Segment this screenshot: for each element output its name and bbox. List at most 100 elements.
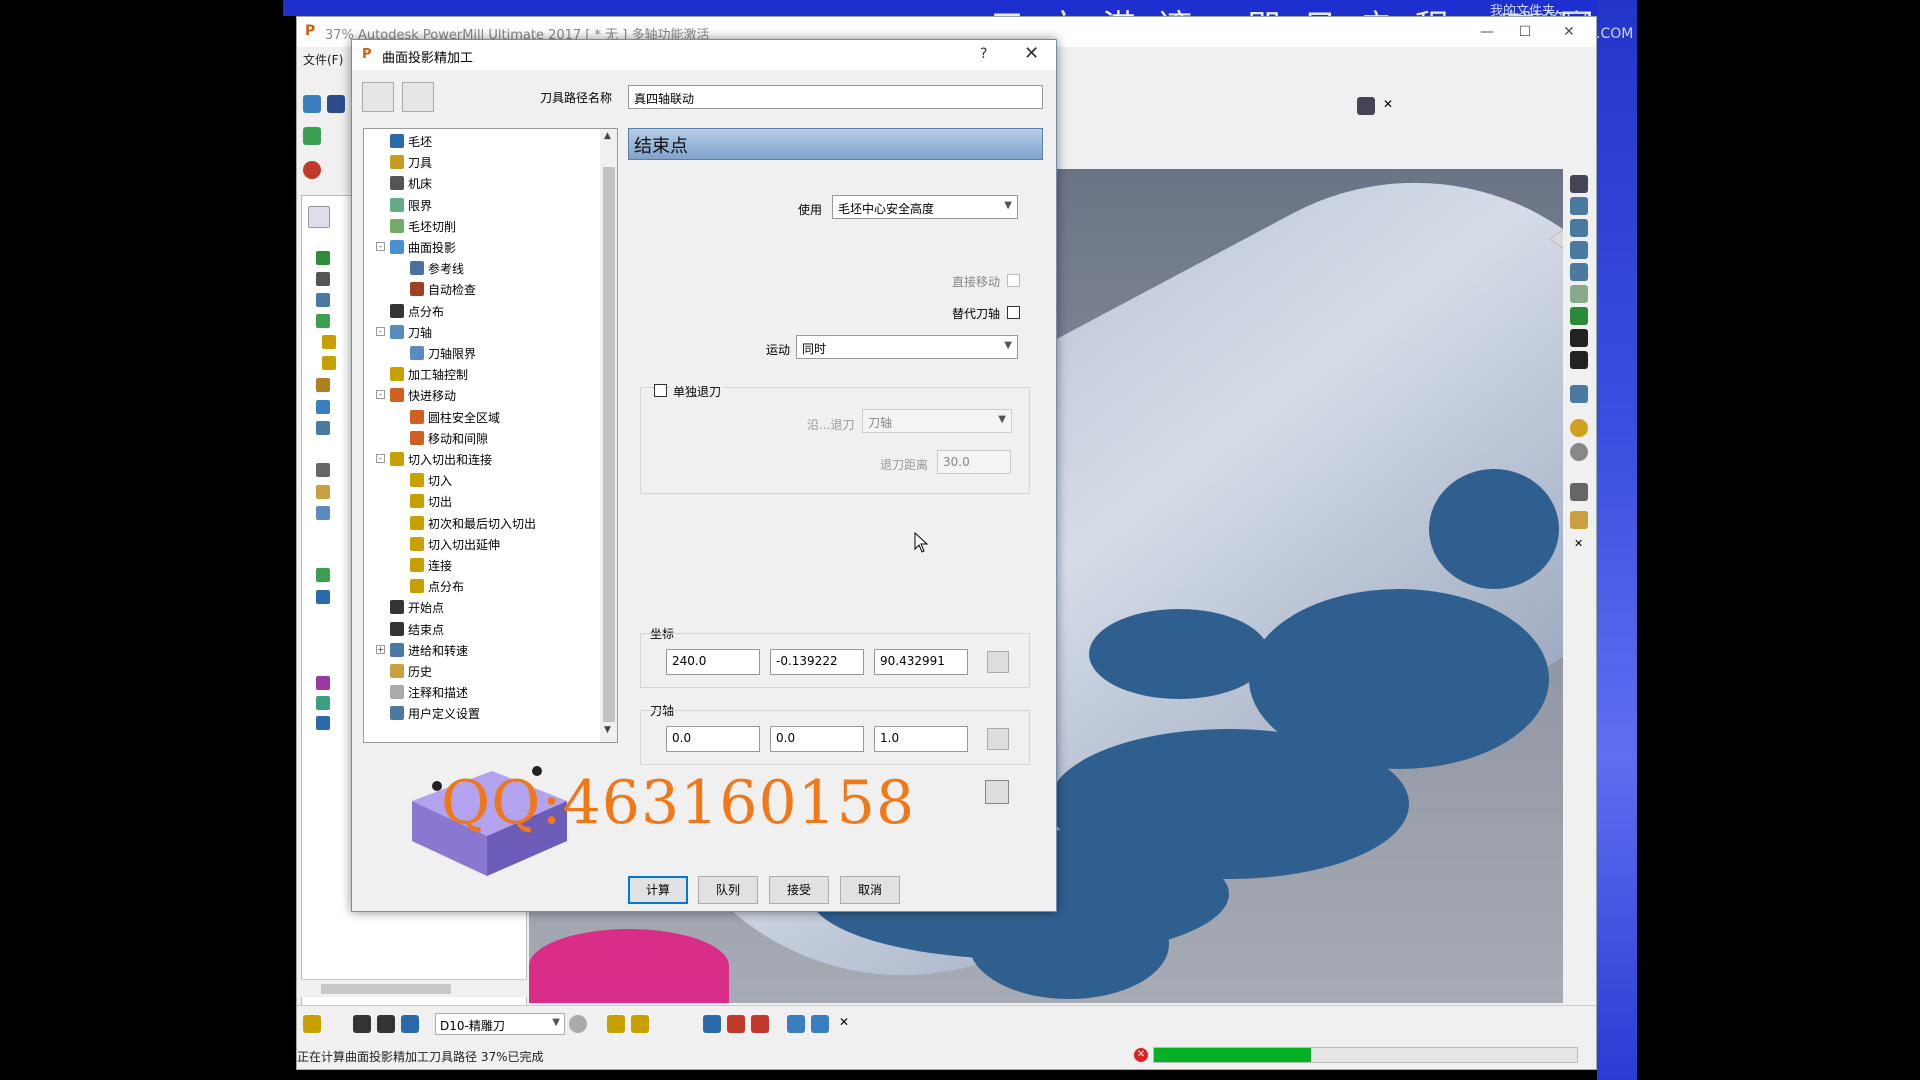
- wrench-icon[interactable]: [811, 1015, 829, 1033]
- view-front-icon[interactable]: [1570, 197, 1588, 215]
- separate-retract-checkbox[interactable]: [654, 384, 667, 397]
- coord-y-input[interactable]: -0.139222: [770, 649, 864, 675]
- expand-icon[interactable]: +: [376, 644, 385, 654]
- explorer-scroll-thumb[interactable]: [321, 984, 451, 994]
- explorer-item-icon[interactable]: [316, 421, 330, 435]
- material-icon[interactable]: [1570, 419, 1588, 437]
- explorer-item-icon[interactable]: [322, 335, 336, 349]
- tree-item[interactable]: 切入切出延伸: [410, 536, 500, 554]
- explorer-item-icon[interactable]: [316, 716, 330, 730]
- tree-scroll-thumb[interactable]: [603, 167, 615, 722]
- menu-file[interactable]: 文件(F): [303, 51, 343, 68]
- tool-type-icon[interactable]: [377, 1015, 395, 1033]
- collapse-icon[interactable]: -: [376, 326, 385, 336]
- tree-item[interactable]: 自动检查: [410, 281, 476, 299]
- model-icon[interactable]: [1570, 385, 1588, 403]
- tree-item[interactable]: 历史: [390, 663, 432, 681]
- collapse-icon[interactable]: -: [376, 390, 385, 400]
- explorer-item-icon[interactable]: [316, 568, 330, 582]
- globe-icon[interactable]: [1570, 443, 1588, 461]
- tree-item[interactable]: 点分布: [390, 303, 444, 321]
- tree-item[interactable]: 限界: [390, 197, 432, 215]
- shading-icon[interactable]: [1570, 329, 1588, 347]
- tree-item[interactable]: - 刀轴: [376, 324, 432, 342]
- tree-item[interactable]: - 切入切出和连接: [376, 451, 492, 469]
- tree-item[interactable]: + 进给和转速: [376, 642, 468, 660]
- tree-item[interactable]: 结束点: [390, 621, 444, 639]
- undo-icon[interactable]: [1570, 511, 1588, 529]
- pen-icon[interactable]: [787, 1015, 805, 1033]
- use-select[interactable]: 毛坯中心安全高度 ▼: [832, 195, 1018, 219]
- leadin-icon[interactable]: [727, 1015, 745, 1033]
- explorer-scrollbar[interactable]: [301, 979, 527, 997]
- along-retract-select[interactable]: 刀轴 ▼: [862, 409, 1012, 433]
- calculate-button[interactable]: 计算: [628, 876, 688, 904]
- dialog-close-button[interactable]: ✕: [1024, 43, 1039, 64]
- coord-x-input[interactable]: 240.0: [666, 649, 760, 675]
- explorer-item-icon[interactable]: [316, 506, 330, 520]
- tree-item[interactable]: 参考线: [410, 260, 464, 278]
- tree-item[interactable]: 加工轴控制: [390, 366, 468, 384]
- coord-z-input[interactable]: 90.432991: [874, 649, 968, 675]
- explorer-item-icon[interactable]: [316, 314, 330, 328]
- collapse-icon[interactable]: -: [376, 454, 385, 463]
- help-button[interactable]: ?: [980, 46, 987, 62]
- scroll-up-icon[interactable]: ▲: [604, 131, 611, 141]
- minimize-button[interactable]: —: [1469, 21, 1505, 43]
- tree-item[interactable]: 移动和间隙: [410, 430, 488, 448]
- collapse-icon[interactable]: -: [376, 242, 385, 251]
- accept-button[interactable]: 接受: [769, 876, 829, 904]
- view-cube-icon[interactable]: [1570, 263, 1588, 281]
- tree-item[interactable]: 初次和最后切入切出: [410, 515, 536, 533]
- select-icon[interactable]: [1570, 483, 1588, 501]
- axis-icon[interactable]: [703, 1015, 721, 1033]
- tree-item[interactable]: 用户定义设置: [390, 705, 480, 723]
- open-icon[interactable]: [303, 95, 321, 113]
- toolpath-icon[interactable]: [303, 127, 321, 145]
- pencil-icon[interactable]: [631, 1015, 649, 1033]
- explorer-item-icon[interactable]: [316, 485, 330, 499]
- direct-move-checkbox[interactable]: [1007, 274, 1020, 287]
- explorer-tree-icon[interactable]: [308, 206, 330, 228]
- toolpath-name-input[interactable]: 真四轴联动: [628, 85, 1043, 109]
- explorer-item-icon[interactable]: [316, 696, 330, 710]
- record-icon[interactable]: [303, 161, 321, 179]
- tree-item[interactable]: - 快进移动: [376, 387, 456, 405]
- explorer-item-icon[interactable]: [316, 272, 330, 286]
- view-iso-icon[interactable]: [1570, 241, 1588, 259]
- tree-item[interactable]: 注释和描述: [390, 684, 468, 702]
- axis-k-input[interactable]: 1.0: [874, 726, 968, 752]
- queue-button[interactable]: 队列: [698, 876, 758, 904]
- tool-type-icon[interactable]: [401, 1015, 419, 1033]
- view-side-icon[interactable]: [1570, 219, 1588, 237]
- leadout-icon[interactable]: [751, 1015, 769, 1033]
- tool-icon[interactable]: [303, 1015, 321, 1033]
- explorer-item-icon[interactable]: [316, 251, 330, 265]
- tool-type-icon[interactable]: [353, 1015, 371, 1033]
- view-icon[interactable]: [1357, 97, 1375, 115]
- explorer-item-icon[interactable]: [322, 356, 336, 370]
- cancel-button[interactable]: 取消: [840, 876, 900, 904]
- tree-item[interactable]: 圆柱安全区域: [410, 409, 500, 427]
- explorer-item-icon[interactable]: [316, 463, 330, 477]
- edit-icon[interactable]: [607, 1015, 625, 1033]
- close-icon[interactable]: ✕: [839, 1015, 849, 1029]
- explorer-item-icon[interactable]: [316, 590, 330, 604]
- tree-item[interactable]: 毛坯切削: [390, 218, 456, 236]
- scroll-down-icon[interactable]: ▼: [604, 725, 611, 735]
- tool-select[interactable]: D10-精雕刀 ▼: [435, 1013, 565, 1035]
- explorer-item-icon[interactable]: [316, 676, 330, 690]
- tree-item[interactable]: 刀轴限界: [410, 345, 476, 363]
- save-icon[interactable]: [327, 95, 345, 113]
- axis-edit-icon[interactable]: [987, 728, 1009, 750]
- save-settings-icon[interactable]: [985, 780, 1009, 804]
- retract-distance-input[interactable]: 30.0: [937, 450, 1011, 474]
- pick-point-icon[interactable]: [987, 651, 1009, 673]
- tree-item[interactable]: 开始点: [390, 599, 444, 617]
- strategy-icon[interactable]: [362, 82, 394, 112]
- zoom-icon[interactable]: [1570, 285, 1588, 303]
- tree-item[interactable]: 连接: [410, 557, 452, 575]
- tree-scrollbar[interactable]: ▲ ▼: [600, 129, 617, 742]
- tree-item[interactable]: 切出: [410, 493, 452, 511]
- close-icon[interactable]: ✕: [1383, 97, 1393, 111]
